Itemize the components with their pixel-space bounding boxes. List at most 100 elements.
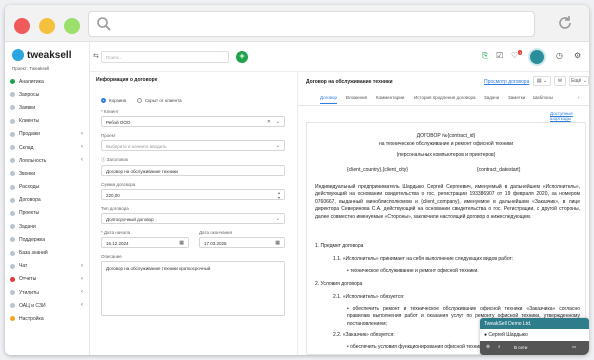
sidebar-item[interactable]: Договора xyxy=(5,194,90,207)
radio-button[interactable] xyxy=(137,98,142,103)
pdf-button[interactable]: ▤ ⌄ xyxy=(533,76,551,86)
sidebar-item[interactable]: Склад ‹ xyxy=(5,141,90,154)
chat-user-name: Сергей Шардыко xyxy=(488,332,528,338)
tabs-next-icon[interactable]: › xyxy=(578,95,580,100)
end-date-input[interactable]: 17.03.2025 ▦ xyxy=(199,237,285,248)
sidebar-item-icon xyxy=(10,210,15,216)
sidebar-item-label: Задачи xyxy=(19,223,36,230)
preview-contract-link[interactable]: Просмотр договора xyxy=(484,79,529,85)
sidebar-item[interactable]: ОАЦ и СЗИ ‹ xyxy=(5,299,90,312)
sidebar-item[interactable]: Проекты xyxy=(5,207,90,220)
gear-icon[interactable]: ⚙ xyxy=(486,344,490,350)
sidebar-item-label: Заявки xyxy=(19,104,36,111)
client-select[interactable]: Ребэй ООО ✕ ⌄ xyxy=(101,116,285,127)
sidebar-item[interactable]: Лояльность ‹ xyxy=(5,154,90,167)
project-placeholder: Выберите и начните вводить xyxy=(106,144,167,149)
sidebar-item[interactable]: Задачи xyxy=(5,220,90,233)
address-bar[interactable] xyxy=(88,11,535,37)
sidebar-item-icon xyxy=(10,250,15,256)
radio-hidden-from-client[interactable]: Скрыт от клиента xyxy=(137,98,182,103)
close-window-button[interactable] xyxy=(14,18,30,34)
chevron-icon[interactable]: ‹ xyxy=(81,263,83,269)
doc-bullet: • обеспечить условия функционирования оф… xyxy=(347,344,485,350)
subject-input[interactable]: Договор на обслуживание техники xyxy=(101,165,285,176)
sidebar: tweaksell Проект: Tweaksell Аналитика Зап… xyxy=(5,42,90,355)
sidebar-item[interactable]: Настройка xyxy=(5,312,90,325)
sidebar-item[interactable]: База знаний xyxy=(5,246,90,259)
contract-type-select[interactable]: Долгосрочный договор ⌄ xyxy=(101,213,285,224)
description-textarea[interactable]: Договор на обслуживание техники краткоср… xyxy=(101,261,285,316)
start-date-value: 16.12.2024 xyxy=(106,241,129,246)
chevron-icon[interactable]: ‹ xyxy=(81,276,83,282)
more-label: Ещё xyxy=(571,78,582,84)
amount-input[interactable]: 220,00 ▴ ▾ xyxy=(101,189,285,200)
sidebar-item[interactable]: Расходы xyxy=(5,181,90,194)
doc-location: {client_country},{client_city} xyxy=(347,167,408,173)
sidebar-item-label: Звонки xyxy=(19,170,36,177)
menu-toggle-icon[interactable]: ⇆ xyxy=(93,52,99,60)
chevron-down-icon[interactable]: ⌄ xyxy=(276,216,280,222)
chat-icon[interactable]: ▭ xyxy=(572,344,576,350)
calendar-icon[interactable]: ▦ xyxy=(179,240,184,246)
sidebar-item[interactable]: Звонки xyxy=(5,167,90,180)
sidebar-item[interactable]: Утилиты ‹ xyxy=(5,286,90,299)
sidebar-item-label: Аналитика xyxy=(19,78,44,85)
clock-icon[interactable]: ◷ xyxy=(556,51,563,60)
tasks-icon[interactable]: ☑ xyxy=(496,51,503,60)
chevron-icon[interactable]: ‹ xyxy=(81,289,83,295)
tab[interactable]: Договор xyxy=(320,95,337,104)
sidebar-item[interactable]: Заявки xyxy=(5,101,90,114)
sidebar-item[interactable]: Поддержка xyxy=(5,233,90,246)
sidebar-item[interactable]: Запросы xyxy=(5,88,90,101)
sidebar-item[interactable]: Продажи ‹ xyxy=(5,128,90,141)
sidebar-item-icon xyxy=(10,131,15,137)
sidebar-item-icon xyxy=(10,290,15,296)
tab[interactable]: Задачи xyxy=(484,95,499,100)
settings-icon[interactable]: ⚙ xyxy=(574,51,581,60)
minimize-window-button[interactable] xyxy=(39,18,55,34)
clear-icon[interactable]: ✕ xyxy=(267,119,271,125)
sidebar-item-label: Договора xyxy=(19,197,41,204)
chevron-icon[interactable]: ‹ xyxy=(81,157,83,163)
search-icon[interactable]: ⌕ xyxy=(498,344,501,349)
chevron-down-icon[interactable]: ⌄ xyxy=(276,119,280,125)
tab[interactable]: Вложения xyxy=(346,95,367,100)
sidebar-item[interactable]: Клиенты xyxy=(5,115,90,128)
chat-user-row[interactable]: ● Сергей Шардыко xyxy=(480,329,589,341)
chevron-icon[interactable]: ‹ xyxy=(81,131,83,137)
tab[interactable]: Комментарии xyxy=(376,95,404,100)
chevron-icon[interactable]: ‹ xyxy=(81,144,83,150)
tab[interactable]: История продления договора xyxy=(414,95,476,100)
tab[interactable]: Шаблоны xyxy=(533,95,553,100)
end-date-value: 17.03.2025 xyxy=(204,241,227,246)
tab[interactable]: Заметки xyxy=(508,95,525,100)
email-button[interactable]: ✉ xyxy=(554,76,566,86)
chat-widget[interactable]: TweakSell Demo Ltd. ● Сергей Шардыко ⚙ ⌕… xyxy=(480,318,589,355)
start-date-input[interactable]: 16.12.2024 ▦ xyxy=(101,237,189,248)
sidebar-item-icon xyxy=(10,92,15,98)
sidebar-item[interactable]: Отчеты ‹ xyxy=(5,273,90,286)
more-button[interactable]: Ещё ⌄ xyxy=(569,76,589,86)
shortcodes-link[interactable]: Доступные шорткоды xyxy=(550,111,589,121)
sidebar-item-label: Склад xyxy=(19,144,34,151)
reload-icon[interactable] xyxy=(556,14,574,32)
maximize-window-button[interactable] xyxy=(64,18,80,34)
chevron-icon[interactable]: ‹ xyxy=(81,302,83,308)
calendar-icon[interactable]: ▦ xyxy=(275,240,280,246)
chat-status: В сети xyxy=(514,345,528,350)
sidebar-item[interactable]: Чат ‹ xyxy=(5,260,90,273)
radio-button[interactable] xyxy=(101,98,106,103)
logo[interactable]: tweaksell xyxy=(12,49,71,61)
sidebar-item[interactable]: Аналитика xyxy=(5,75,90,88)
amount-label: Сумма договора xyxy=(101,182,136,187)
chevron-down-icon[interactable]: ⌄ xyxy=(276,143,280,149)
sidebar-item-label: База знаний xyxy=(19,250,48,257)
share-icon[interactable]: ⎘ xyxy=(482,51,488,61)
search-input[interactable]: Поиск... xyxy=(101,51,229,63)
stepper-icon[interactable]: ▴ ▾ xyxy=(278,190,280,200)
doc-clause: 1.1. «Исполнитель» принимает на себя вып… xyxy=(333,256,514,262)
project-select[interactable]: Выберите и начните вводить ⌄ xyxy=(101,140,285,151)
radio-cart[interactable]: Корзина xyxy=(101,98,126,103)
user-avatar[interactable] xyxy=(528,48,546,66)
quick-add-button[interactable]: + xyxy=(236,51,248,63)
